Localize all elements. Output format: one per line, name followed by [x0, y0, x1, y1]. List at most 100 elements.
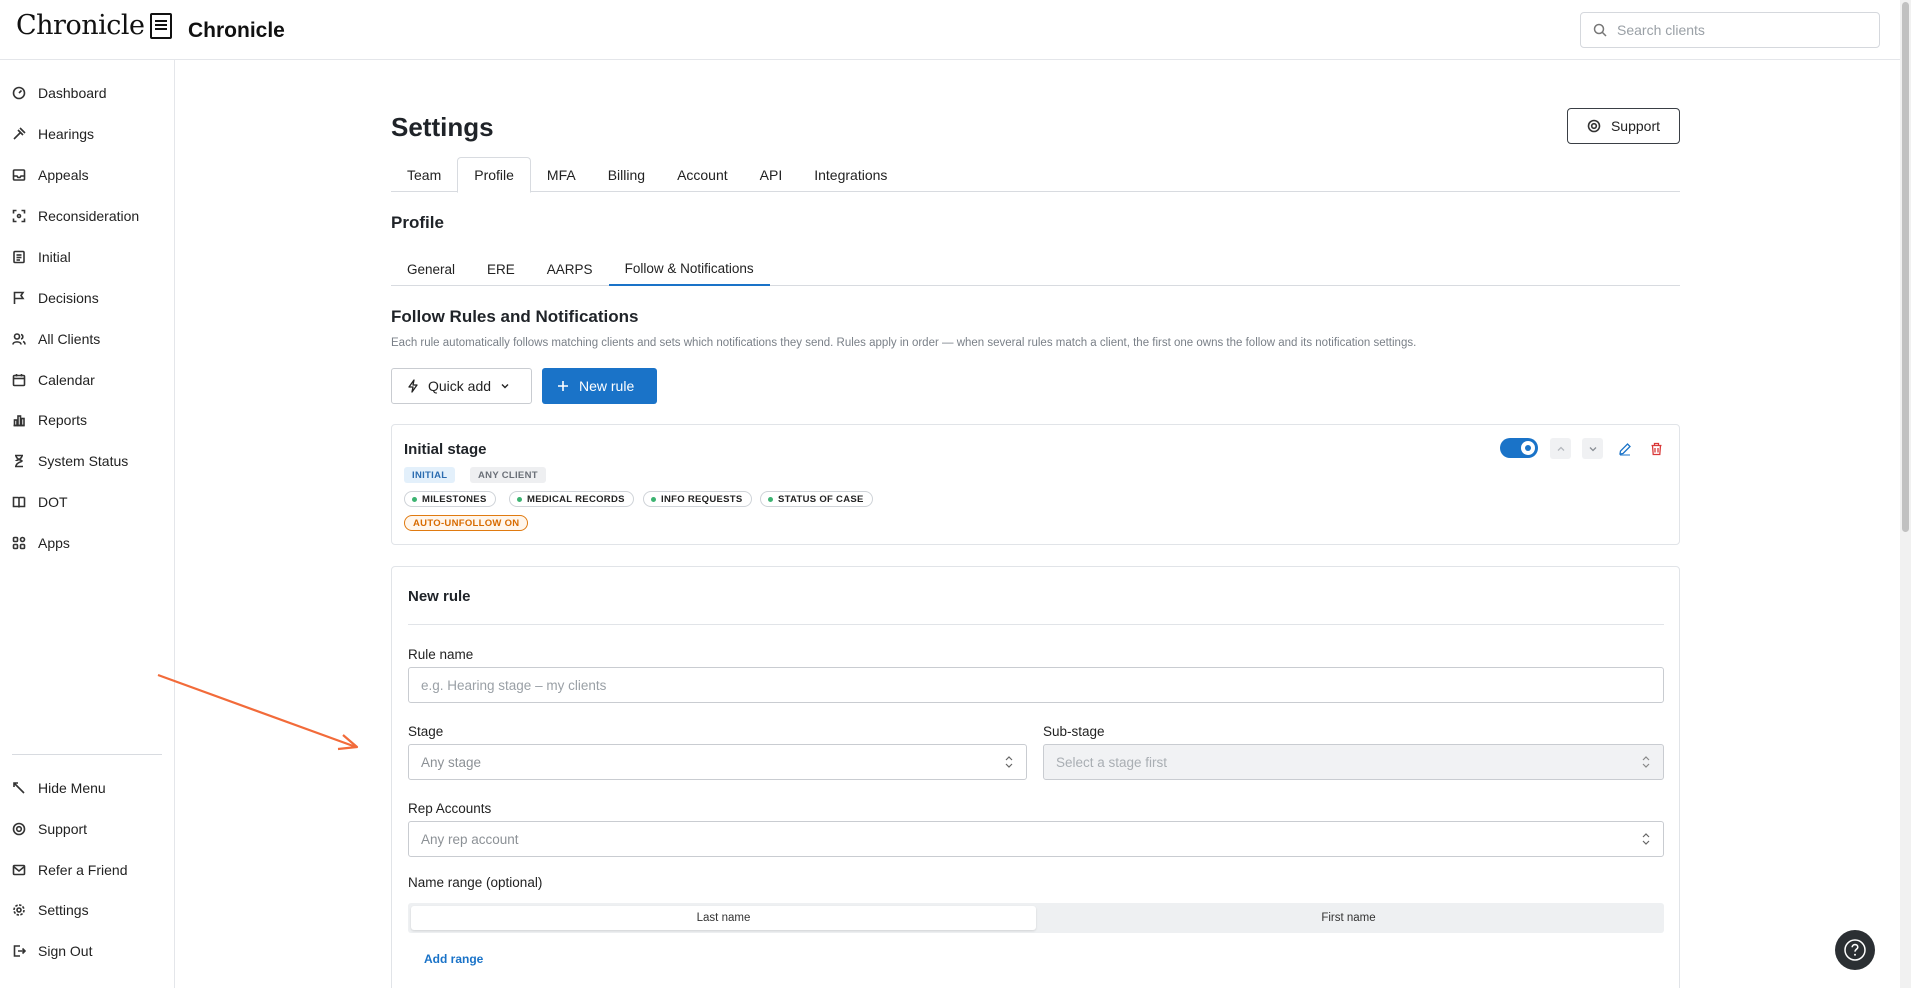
add-range-link[interactable]: Add range — [424, 952, 483, 966]
subtab-aarps[interactable]: AARPS — [531, 252, 609, 286]
new-rule-button[interactable]: New rule — [542, 368, 657, 404]
sidebar-item-apps[interactable]: Apps — [12, 528, 70, 558]
plus-icon — [558, 381, 568, 391]
logo-notebook-icon — [150, 12, 173, 39]
status-dot — [517, 496, 522, 502]
rule-name-field[interactable] — [408, 667, 1664, 703]
stage-label: Stage — [408, 724, 444, 739]
support-button[interactable]: Support — [1567, 108, 1680, 144]
sidebar-item-label: Refer a Friend — [38, 862, 128, 878]
scrollbar-thumb[interactable] — [1902, 2, 1909, 532]
sidebar-item-support[interactable]: Support — [12, 814, 87, 844]
sidebar: Dashboard Hearings Appeals Reconsiderati… — [0, 60, 175, 988]
sidebar-item-all-clients[interactable]: All Clients — [12, 324, 100, 354]
sidebar-item-label: DOT — [38, 494, 68, 510]
page-title: Settings — [391, 112, 494, 142]
subtab-follow-notifications[interactable]: Follow & Notifications — [608, 252, 770, 286]
tab-team[interactable]: Team — [391, 157, 457, 192]
tab-integrations[interactable]: Integrations — [798, 157, 903, 192]
tab-mfa[interactable]: MFA — [531, 157, 592, 192]
sidebar-item-label: System Status — [38, 453, 129, 469]
substage-label: Sub-stage — [1043, 724, 1105, 739]
rule-name-input[interactable] — [421, 677, 1663, 693]
move-down-button[interactable] — [1582, 438, 1603, 459]
calendar-icon — [12, 374, 26, 387]
sidebar-item-refer-a-friend[interactable]: Refer a Friend — [12, 855, 127, 885]
tab-account[interactable]: Account — [661, 157, 744, 192]
new-rule-form: New rule Rule name Stage Any stage Sub-s… — [391, 566, 1680, 988]
sidebar-item-dot[interactable]: DOT — [12, 487, 68, 517]
subtab-ere[interactable]: ERE — [471, 252, 531, 286]
chevron-up-icon — [1557, 446, 1564, 451]
sidebar-item-label: Hide Menu — [38, 780, 106, 796]
gear-icon — [13, 904, 25, 916]
section-title: Profile — [391, 213, 444, 232]
sidebar-item-label: Initial — [38, 249, 71, 265]
stage-select-value: Any stage — [421, 754, 482, 770]
quick-add-button[interactable]: Quick add — [391, 368, 532, 404]
users-icon — [12, 333, 26, 345]
select-caret-icon — [1642, 833, 1650, 845]
rule-name-label: Rule name — [408, 647, 474, 662]
subtab-general[interactable]: General — [391, 252, 471, 286]
substage-select[interactable]: Select a stage first — [1043, 744, 1664, 780]
notification-chip-label: STATUS OF CASE — [778, 493, 864, 505]
name-range-label: Name range (optional) — [408, 875, 543, 890]
support-button-label: Support — [1610, 118, 1661, 134]
sidebar-item-appeals[interactable]: Appeals — [12, 160, 89, 190]
logo[interactable]: Chronicle — [16, 10, 173, 41]
sidebar-item-dashboard[interactable]: Dashboard — [12, 78, 107, 108]
sidebar-item-calendar[interactable]: Calendar — [12, 365, 95, 395]
status-dot — [412, 496, 417, 502]
collapse-icon — [13, 782, 25, 794]
sidebar-item-reconsideration[interactable]: Reconsideration — [12, 201, 139, 231]
sidebar-item-system-status[interactable]: System Status — [12, 446, 128, 476]
sign-out-icon — [13, 945, 26, 957]
sidebar-item-label: All Clients — [38, 331, 101, 347]
flag-icon — [13, 291, 25, 304]
search-icon — [1593, 23, 1607, 37]
tab-profile[interactable]: Profile — [457, 157, 531, 193]
page-scrollbar[interactable] — [1900, 0, 1911, 988]
sidebar-item-label: Dashboard — [38, 85, 107, 101]
chevron-down-icon — [501, 384, 509, 389]
edit-rule-button[interactable] — [1614, 438, 1635, 459]
search-input[interactable] — [1617, 22, 1857, 38]
sidebar-item-label: Reports — [38, 412, 88, 428]
sidebar-item-hide-menu[interactable]: Hide Menu — [12, 773, 106, 803]
client-chip: ANY CLIENT — [470, 467, 546, 483]
logo-text: Chronicle — [16, 10, 145, 41]
settings-tabs: Team Profile MFA Billing Account API Int… — [391, 157, 1680, 193]
stage-select[interactable]: Any stage — [408, 744, 1027, 780]
sidebar-item-label: Sign Out — [38, 943, 93, 959]
tab-api[interactable]: API — [744, 157, 799, 192]
notification-chip-label: INFO REQUESTS — [661, 493, 743, 505]
rules-description: Each rule automatically follows matching… — [391, 337, 1417, 349]
move-up-button[interactable] — [1550, 438, 1571, 459]
sidebar-item-decisions[interactable]: Decisions — [12, 283, 99, 313]
lifebuoy-icon — [1587, 119, 1601, 133]
sidebar-item-sign-out[interactable]: Sign Out — [12, 936, 92, 966]
rep-accounts-select[interactable]: Any rep account — [408, 821, 1664, 857]
stage-chip: INITIAL — [404, 467, 456, 483]
rule-enabled-toggle[interactable] — [1500, 438, 1538, 458]
sidebar-item-label: Settings — [38, 902, 89, 918]
gavel-icon — [13, 127, 26, 140]
help-button[interactable] — [1835, 930, 1875, 970]
segment-last-name[interactable]: Last name — [411, 906, 1036, 930]
tab-billing[interactable]: Billing — [592, 157, 661, 192]
sidebar-item-reports[interactable]: Reports — [12, 405, 87, 435]
segment-first-name[interactable]: First name — [1036, 906, 1661, 930]
notification-chip: MILESTONES — [404, 491, 496, 507]
rule-card: Initial stage INITIAL ANY CLIENT MILESTO… — [391, 424, 1680, 545]
name-range-toggle: Last name First name — [408, 903, 1664, 933]
quick-add-label: Quick add — [428, 378, 492, 394]
annotation-arrow — [157, 673, 359, 751]
substage-select-value: Select a stage first — [1056, 754, 1168, 770]
sidebar-item-hearings[interactable]: Hearings — [12, 119, 94, 149]
sidebar-item-settings[interactable]: Settings — [12, 895, 89, 925]
delete-rule-button[interactable] — [1646, 438, 1667, 459]
search-box[interactable] — [1580, 12, 1880, 48]
notification-chip: INFO REQUESTS — [643, 491, 752, 507]
sidebar-item-initial[interactable]: Initial — [12, 242, 71, 272]
